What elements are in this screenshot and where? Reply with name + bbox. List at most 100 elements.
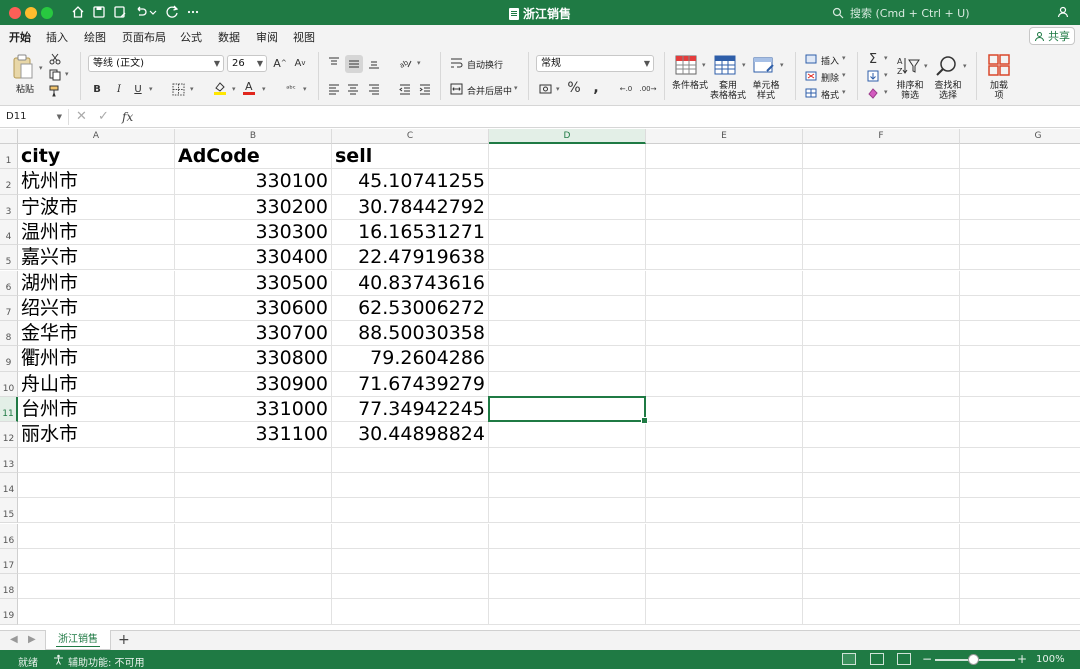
cell-d8[interactable]: [489, 321, 646, 347]
increase-font-size-icon[interactable]: A ^: [272, 55, 288, 71]
adcode-cell[interactable]: 330200: [175, 194, 332, 220]
cell-e14[interactable]: [646, 472, 803, 499]
cell-f8[interactable]: [803, 321, 960, 347]
cell-f1[interactable]: [803, 144, 960, 170]
city-cell[interactable]: 台州市: [18, 397, 175, 423]
select-all-button[interactable]: [0, 129, 18, 144]
align-left-icon[interactable]: [326, 81, 342, 97]
page-break-view-button[interactable]: [897, 653, 911, 665]
sell-cell[interactable]: 40.83743616: [332, 270, 489, 296]
cell-a19[interactable]: [18, 599, 175, 625]
cell-b13[interactable]: [175, 447, 332, 473]
increase-indent-icon[interactable]: [417, 81, 433, 97]
search-box[interactable]: 搜索 (Cmd + Ctrl + U): [832, 4, 1042, 21]
fill-color-icon[interactable]: [212, 79, 228, 97]
underline-button[interactable]: U: [131, 81, 145, 97]
cell-e3[interactable]: [646, 194, 803, 220]
fill-dropdown-icon[interactable]: ▾: [884, 71, 888, 79]
active-cell-selection[interactable]: [488, 396, 648, 425]
cell-c17[interactable]: [332, 548, 489, 575]
cell-d9[interactable]: [489, 346, 646, 372]
accessibility-icon[interactable]: [53, 654, 64, 665]
delete-dropdown-icon[interactable]: ▾: [842, 71, 846, 79]
phonetic-dropdown-icon[interactable]: ▾: [303, 85, 307, 93]
column-title-cell[interactable]: AdCode: [175, 144, 332, 170]
orientation-icon[interactable]: ab: [397, 55, 413, 71]
cell-g7[interactable]: [960, 296, 1080, 322]
cell-d10[interactable]: [489, 371, 646, 397]
comma-style-icon[interactable]: ,: [589, 80, 603, 96]
cell-e1[interactable]: [646, 144, 803, 170]
delete-cells-label[interactable]: 删除: [821, 71, 839, 84]
tab-draw[interactable]: 绘图: [84, 29, 106, 45]
tab-data[interactable]: 数据: [218, 29, 240, 45]
autosum-dropdown-icon[interactable]: ▾: [884, 54, 888, 62]
cell-d6[interactable]: [489, 270, 646, 296]
adcode-cell[interactable]: 331000: [175, 397, 332, 423]
cell-d14[interactable]: [489, 472, 646, 499]
format-as-table-icon[interactable]: [713, 54, 737, 76]
zoom-level[interactable]: 100%: [1036, 654, 1065, 665]
cell-g1[interactable]: [960, 144, 1080, 170]
wrap-text-icon[interactable]: [448, 55, 464, 71]
cell-c14[interactable]: [332, 472, 489, 499]
phonetic-icon[interactable]: ᵃᵇᶜ: [283, 80, 299, 96]
format-dropdown-icon[interactable]: ▾: [842, 88, 846, 96]
decrease-decimal-icon[interactable]: .00→: [640, 81, 657, 97]
cell-a17[interactable]: [18, 548, 175, 575]
adcode-cell[interactable]: 330300: [175, 219, 332, 246]
sort-filter-label[interactable]: 排序和 筛选: [892, 81, 928, 101]
cell-g5[interactable]: [960, 245, 1080, 271]
cell-f3[interactable]: [803, 194, 960, 220]
row-header-9[interactable]: 9: [0, 346, 18, 372]
row-header-18[interactable]: 18: [0, 574, 18, 600]
align-middle-icon[interactable]: [345, 55, 363, 73]
tab-formulas[interactable]: 公式: [180, 29, 202, 45]
cell-d1[interactable]: [489, 144, 646, 170]
row-header-11[interactable]: 11: [0, 397, 18, 423]
row-header-3[interactable]: 3: [0, 194, 18, 220]
cell-e6[interactable]: [646, 270, 803, 296]
column-header-f[interactable]: F: [803, 129, 960, 144]
cell-f13[interactable]: [803, 447, 960, 473]
column-title-cell[interactable]: sell: [332, 144, 489, 170]
adcode-cell[interactable]: 330800: [175, 346, 332, 372]
cell-f16[interactable]: [803, 523, 960, 549]
cell-d15[interactable]: [489, 498, 646, 524]
sell-cell[interactable]: 16.16531271: [332, 219, 489, 246]
cell-styles-icon[interactable]: [752, 54, 776, 76]
accounting-dropdown-icon[interactable]: ▾: [556, 85, 560, 93]
fill-icon[interactable]: [866, 69, 880, 83]
cell-g15[interactable]: [960, 498, 1080, 524]
cell-c13[interactable]: [332, 447, 489, 473]
autosum-icon[interactable]: Σ: [866, 52, 880, 67]
adcode-cell[interactable]: 330500: [175, 270, 332, 296]
sell-cell[interactable]: 71.67439279: [332, 371, 489, 397]
cell-g16[interactable]: [960, 524, 1080, 549]
cell-e12[interactable]: [646, 422, 803, 448]
format-as-table-dropdown-icon[interactable]: ▾: [742, 61, 746, 69]
italic-button[interactable]: I: [112, 81, 126, 97]
adcode-cell[interactable]: 330100: [175, 169, 332, 195]
align-bottom-icon[interactable]: [366, 55, 382, 71]
adcode-cell[interactable]: 330900: [175, 371, 332, 397]
insert-cells-icon[interactable]: [804, 53, 818, 65]
conditional-format-icon[interactable]: [674, 54, 698, 76]
delete-cells-icon[interactable]: [804, 70, 818, 82]
cell-e17[interactable]: [646, 548, 803, 575]
cell-styles-dropdown-icon[interactable]: ▾: [780, 61, 784, 69]
find-select-icon[interactable]: [934, 53, 960, 79]
row-header-10[interactable]: 10: [0, 371, 18, 397]
add-sheet-icon[interactable]: +: [118, 632, 130, 648]
decrease-font-size-icon[interactable]: Av: [292, 55, 308, 71]
cell-d18[interactable]: [489, 574, 646, 600]
cell-c16[interactable]: [332, 523, 489, 549]
format-painter-icon[interactable]: [48, 84, 62, 98]
column-header-a[interactable]: A: [18, 129, 175, 144]
cell-g6[interactable]: [960, 271, 1080, 296]
cell-a18[interactable]: [18, 574, 175, 600]
font-color-dropdown-icon[interactable]: ▾: [262, 85, 266, 93]
cell-g18[interactable]: [960, 574, 1080, 600]
fill-color-dropdown-icon[interactable]: ▾: [232, 85, 236, 93]
insert-function-icon[interactable]: fx: [122, 110, 133, 124]
